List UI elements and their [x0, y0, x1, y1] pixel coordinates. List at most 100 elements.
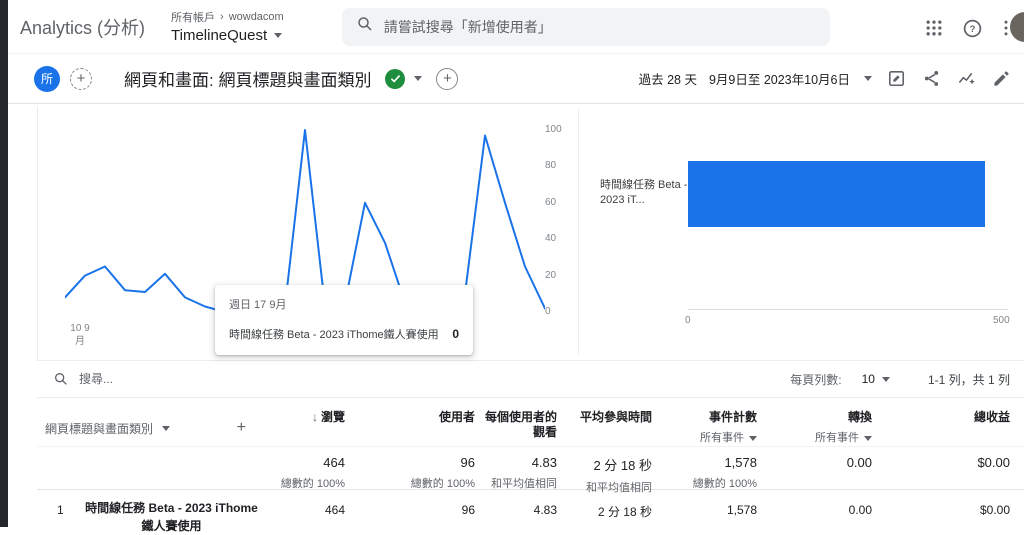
totals-dimension-cell — [45, 455, 262, 495]
table-search-input[interactable] — [79, 372, 319, 386]
chevron-down-icon — [749, 436, 757, 441]
tooltip-date: 週日 17 9月 — [229, 299, 287, 311]
report-title: 網頁和畫面: 網頁標題與畫面類別 — [124, 71, 372, 90]
date-range-picker[interactable]: 過去 28 天 9月9日至 2023年10月6日 — [639, 69, 872, 88]
bar-x-axis — [688, 309, 1008, 310]
chevron-down-icon — [274, 33, 283, 38]
dimension-header-label[interactable]: 網頁標題與畫面類別 — [45, 420, 153, 437]
table-header-row: 網頁標題與畫面類別 + ↓ 瀏覽 使用者 每個使用者的觀看 平均參與時間 事件計數… — [37, 398, 1024, 447]
report-state-caret-icon[interactable] — [414, 76, 423, 81]
analytics-logo[interactable]: Analytics (分析) — [20, 14, 145, 40]
insights-icon[interactable] — [955, 68, 977, 90]
column-header-users[interactable]: 使用者 — [345, 410, 475, 446]
dimension-caret-icon[interactable] — [162, 425, 171, 431]
analytics-app: Analytics (分析) 所有帳戶 › wowdacom TimelineQ… — [8, 0, 1024, 533]
y-axis-tick: 0 — [545, 306, 551, 317]
report-toolbar: 所 + 網頁和畫面: 網頁標題與畫面類別 + 過去 28 天 9月9日至 202… — [8, 54, 1024, 104]
property-name: TimelineQuest — [171, 27, 268, 44]
pagination-controls: 每頁列數: 10 1-1 列，共 1 列 — [790, 371, 1024, 388]
saved-check-icon[interactable] — [385, 68, 406, 89]
apps-grid-icon[interactable] — [922, 16, 946, 40]
add-metric-button[interactable]: + — [436, 67, 459, 90]
x-axis-tick: 10 9月 — [70, 323, 90, 347]
column-header-conversions[interactable]: 轉換 所有事件 — [757, 410, 872, 446]
row-value-avg-engagement: 2 分 18 秒 — [597, 505, 652, 519]
rows-per-page-label: 每頁列數: — [790, 372, 842, 387]
chart-tooltip: 週日 17 9月 時間線任務 Beta - 2023 iThome鐵人賽使用 0 — [215, 285, 473, 355]
bar-axis-tick: 500 — [993, 315, 1010, 326]
rows-per-page-select[interactable]: 10 — [862, 372, 875, 386]
bar-category-label: 時間線任務 Beta - 2023 iT... — [600, 179, 688, 206]
totals-cell: 2 分 18 秒和平均值相同 — [586, 458, 652, 494]
help-icon[interactable]: ? — [960, 16, 984, 40]
line-y-axis: 100 80 60 40 20 0 — [545, 104, 577, 360]
search-icon — [356, 15, 374, 38]
svg-text:?: ? — [969, 24, 975, 35]
charts-panel: 100806040200 10 9月 17 時間線任務 Beta - 2023 … — [8, 104, 1024, 360]
event-filter-select[interactable]: 所有事件 — [652, 431, 757, 446]
table-totals-row: 464 總數的 100% 96 總數的 100% 4.83 和平均值相同 2 分 18… — [37, 447, 1024, 494]
share-icon[interactable] — [920, 68, 942, 90]
window-edge-strip — [0, 0, 8, 527]
totals-cell: 96 總數的 100% — [410, 455, 475, 490]
global-search[interactable] — [341, 7, 830, 46]
row-value-event-count: 1,578 — [726, 503, 757, 517]
row-index: 1 — [57, 503, 64, 517]
y-axis-tick: 100 — [545, 124, 562, 135]
totals-cell: 4.83 和平均值相同 — [491, 455, 557, 490]
add-dimension-button[interactable]: + — [237, 419, 246, 437]
bar-rect[interactable] — [688, 161, 985, 227]
column-header-total-revenue[interactable]: 總收益 — [872, 410, 1010, 446]
row-value-total-revenue: $0.00 — [979, 503, 1010, 517]
y-axis-tick: 20 — [545, 269, 557, 281]
y-axis-tick: 60 — [545, 196, 557, 208]
row-page-title: 時間線任務 Beta - 2023 iThome鐵人賽使用 — [85, 501, 258, 533]
bar-axis-tick: 0 — [685, 315, 691, 326]
property-selector[interactable]: TimelineQuest — [171, 27, 284, 44]
table-controls: 每頁列數: 10 1-1 列，共 1 列 — [37, 360, 1024, 398]
y-axis-tick: 80 — [545, 160, 557, 172]
column-header-views[interactable]: ↓ 瀏覽 — [262, 410, 345, 446]
column-header-event-count[interactable]: 事件計數 所有事件 — [652, 410, 757, 446]
row-value-conversions: 0.00 — [848, 503, 872, 517]
date-caret-icon — [864, 76, 872, 81]
chart-divider — [578, 109, 579, 354]
breadcrumb-separator: › — [220, 11, 224, 23]
rows-per-page-caret-icon[interactable] — [881, 376, 890, 382]
date-range-label: 過去 28 天 — [638, 73, 697, 87]
sort-desc-icon: ↓ — [311, 410, 318, 424]
customize-report-icon[interactable] — [885, 68, 907, 90]
breadcrumb-account[interactable]: 所有帳戶 — [171, 9, 215, 25]
column-header-views-per-user[interactable]: 每個使用者的觀看 — [475, 410, 557, 446]
table-row: 1 時間線任務 Beta - 2023 iThome鐵人賽使用 464 96 4… — [37, 490, 1024, 535]
segment-chip[interactable]: 所 — [34, 65, 60, 92]
table-search-icon — [53, 371, 69, 387]
edit-pencil-icon[interactable] — [990, 68, 1012, 90]
conversion-filter-select[interactable]: 所有事件 — [757, 431, 872, 446]
row-value-users: 96 — [461, 503, 475, 517]
date-range-value: 9月9日至 2023年10月6日 — [708, 73, 850, 87]
breadcrumb-property-group[interactable]: wowdacom — [229, 11, 284, 23]
search-input[interactable] — [383, 18, 816, 35]
chevron-down-icon — [864, 436, 872, 441]
tooltip-value: 0 — [452, 327, 459, 341]
row-value-views: 464 — [324, 503, 345, 517]
account-switcher[interactable]: 所有帳戶 › wowdacom TimelineQuest — [171, 9, 284, 44]
top-app-bar: Analytics (分析) 所有帳戶 › wowdacom TimelineQ… — [8, 0, 1024, 54]
report-table: 網頁標題與畫面類別 + ↓ 瀏覽 使用者 每個使用者的觀看 平均參與時間 事件計數… — [37, 398, 1024, 533]
bar-chart[interactable] — [688, 161, 1008, 227]
totals-cell: 0.00 — [846, 455, 872, 470]
totals-cell: 1,578 總數的 100% — [692, 455, 757, 490]
row-dimension-cell: 1 時間線任務 Beta - 2023 iThome鐵人賽使用 — [45, 497, 262, 535]
tooltip-row: 時間線任務 Beta - 2023 iThome鐵人賽使用 0 — [229, 326, 459, 342]
breadcrumb[interactable]: 所有帳戶 › wowdacom — [171, 9, 284, 25]
totals-cell: 464 總數的 100% — [280, 455, 345, 490]
tooltip-series-name: 時間線任務 Beta - 2023 iThome鐵人賽使用 — [229, 329, 439, 341]
row-value-views-per-user: 4.83 — [533, 503, 557, 517]
column-header-avg-engagement[interactable]: 平均參與時間 — [557, 410, 652, 446]
y-axis-tick: 40 — [545, 233, 557, 245]
add-comparison-button[interactable]: + — [70, 67, 92, 90]
totals-cell: $0.00 — [977, 455, 1010, 470]
dimension-header[interactable]: 網頁標題與畫面類別 + — [45, 410, 262, 446]
pagination-status: 1-1 列，共 1 列 — [927, 372, 1010, 387]
